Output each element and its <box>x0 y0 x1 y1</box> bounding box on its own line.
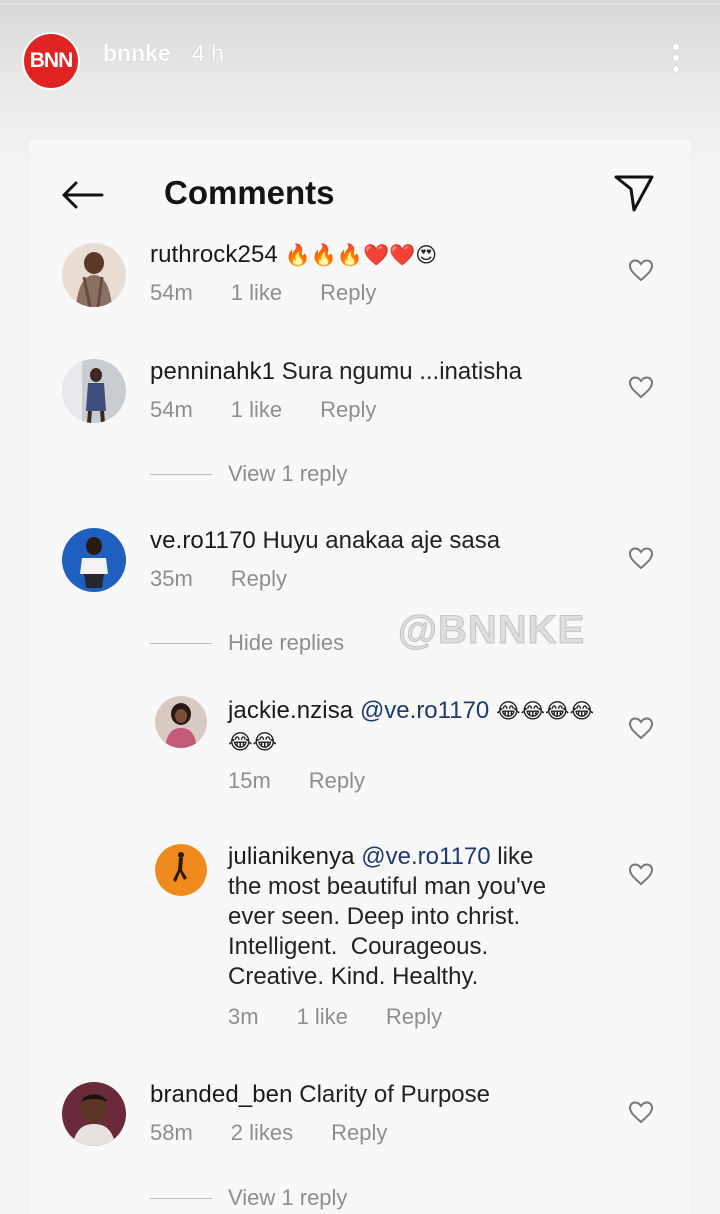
reply-button[interactable]: Reply <box>231 566 287 592</box>
comment-meta: 54m 1 like Reply <box>150 280 414 306</box>
reply-username[interactable]: jackie.nzisa <box>228 697 353 724</box>
comment-meta: 58m 2 likes Reply <box>150 1120 425 1146</box>
reply-username[interactable]: julianikenya <box>228 843 355 870</box>
avatar[interactable] <box>62 243 126 307</box>
reply-text: julianikenya @ve.ro1170 like the most be… <box>228 842 608 992</box>
comment-text: penninahk1 Sura ngumu ...inatisha <box>150 357 522 387</box>
back-arrow-icon <box>62 181 104 209</box>
back-button[interactable] <box>58 175 106 215</box>
comment-time: 54m <box>150 397 193 422</box>
view-replies-button[interactable]: View 1 reply <box>150 461 347 487</box>
comment-time: 35m <box>150 566 193 591</box>
hide-replies-label: Hide replies <box>228 630 345 655</box>
comment-text: ve.ro1170 Huyu anakaa aje sasa <box>150 526 500 556</box>
view-replies-label: View 1 reply <box>228 461 348 486</box>
like-heart-icon[interactable] <box>628 862 654 886</box>
page-title: Comments <box>164 174 335 211</box>
replies-divider <box>150 642 212 644</box>
avatar[interactable] <box>155 844 207 896</box>
avatar[interactable] <box>155 696 207 748</box>
story-progress-bar <box>0 3 720 6</box>
like-heart-icon[interactable] <box>628 1100 654 1124</box>
like-heart-icon[interactable] <box>628 546 654 570</box>
story-avatar[interactable]: BNN <box>22 32 80 90</box>
watermark: @BNNKE <box>397 608 586 653</box>
hide-replies-button[interactable]: Hide replies <box>150 630 344 656</box>
replies-divider <box>150 473 212 475</box>
story-timestamp: 4 h <box>192 40 224 66</box>
reply-body-line: like <box>497 843 534 870</box>
reply-button[interactable]: Reply <box>386 1004 442 1030</box>
reply-body-line: ever seen. Deep into christ. <box>228 903 521 930</box>
comment-time: 54m <box>150 280 193 305</box>
comment-username[interactable]: branded_ben <box>150 1081 293 1108</box>
reply-body-line: Creative. Kind. Healthy. <box>228 963 479 990</box>
comment-text: branded_ben Clarity of Purpose <box>150 1080 490 1110</box>
reply-button[interactable]: Reply <box>320 397 376 423</box>
reply-mention[interactable]: @ve.ro1170 <box>361 843 490 870</box>
reply-time: 15m <box>228 768 271 793</box>
reply-mention[interactable]: @ve.ro1170 <box>360 697 489 724</box>
share-button[interactable] <box>610 170 658 216</box>
reply-body-line: Intelligent. Courageous. <box>228 933 489 960</box>
reply-meta: 15m Reply <box>228 768 403 794</box>
comment-username[interactable]: ruthrock254 <box>150 241 278 268</box>
more-options-icon[interactable] <box>670 44 682 78</box>
like-heart-icon[interactable] <box>628 716 654 740</box>
comment-username[interactable]: ve.ro1170 <box>150 527 256 554</box>
reply-meta: 3m 1 like Reply <box>228 1004 480 1030</box>
reply-text: jackie.nzisa @ve.ro1170 😂😂😂😂😂😂 <box>228 696 608 758</box>
reply-time: 3m <box>228 1004 259 1029</box>
story-progress-segment <box>0 3 720 7</box>
story-header: BNN bnnke 4 h <box>0 10 720 90</box>
send-icon <box>614 175 654 212</box>
like-heart-icon[interactable] <box>628 375 654 399</box>
comment-body: Sura ngumu ...inatisha <box>281 358 522 385</box>
comment-body: 🔥🔥🔥❤️❤️😍 <box>284 244 438 267</box>
story-avatar-logo: BNN <box>29 49 73 72</box>
replies-divider <box>150 1197 212 1199</box>
comment-meta: 54m 1 like Reply <box>150 397 414 423</box>
comment-body: Huyu anakaa aje sasa <box>262 527 501 554</box>
avatar[interactable] <box>62 1082 126 1146</box>
view-replies-button[interactable]: View 1 reply <box>150 1185 347 1211</box>
reply-likes[interactable]: 1 like <box>297 1004 348 1030</box>
comment-text: ruthrock254 🔥🔥🔥❤️❤️😍 <box>150 240 437 271</box>
like-heart-icon[interactable] <box>628 258 654 282</box>
comment-username[interactable]: penninahk1 <box>150 358 275 385</box>
reply-body-line: the most beautiful man you've <box>228 873 547 900</box>
comment-likes[interactable]: 1 like <box>231 397 282 423</box>
comment-body: Clarity of Purpose <box>299 1081 490 1108</box>
comment-meta: 35m Reply <box>150 566 325 592</box>
comment-time: 58m <box>150 1120 193 1145</box>
avatar[interactable] <box>62 528 126 592</box>
view-replies-label: View 1 reply <box>228 1185 348 1210</box>
story-username[interactable]: bnnke <box>103 40 171 67</box>
comment-likes[interactable]: 2 likes <box>231 1120 293 1146</box>
reply-button[interactable]: Reply <box>309 768 365 794</box>
reply-button[interactable]: Reply <box>320 280 376 306</box>
avatar[interactable] <box>62 359 126 423</box>
comment-likes[interactable]: 1 like <box>231 280 282 306</box>
reply-button[interactable]: Reply <box>331 1120 387 1146</box>
